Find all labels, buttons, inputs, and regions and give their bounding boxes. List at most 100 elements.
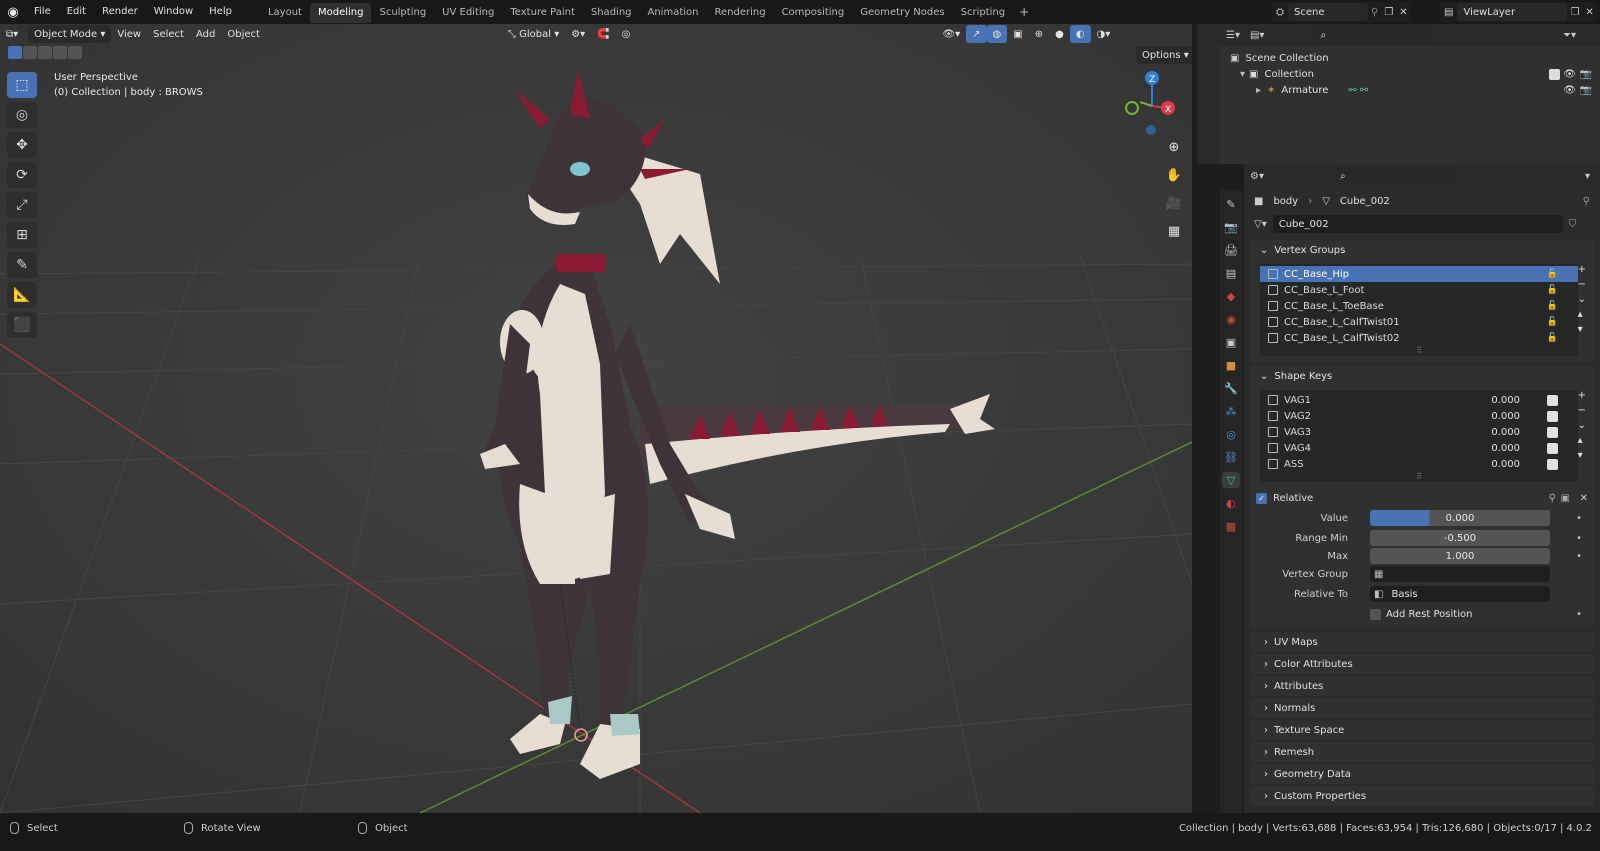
new-scene-icon[interactable]: ❐: [1381, 7, 1396, 18]
remesh-panel[interactable]: › Remesh: [1250, 742, 1594, 762]
mode-dropdown[interactable]: Object Mode ▾: [28, 25, 112, 43]
mesh-browse-icon[interactable]: ▽▾: [1254, 219, 1267, 230]
pin-icon[interactable]: ⚲: [1368, 7, 1381, 18]
tab-rendering[interactable]: Rendering: [706, 3, 773, 23]
lock-icon[interactable]: 🔓: [1547, 269, 1558, 279]
attributes-panel[interactable]: › Attributes: [1250, 676, 1594, 696]
collection-tab-icon[interactable]: ▣: [1222, 334, 1240, 350]
pin-shape-icon[interactable]: ⚲: [1549, 493, 1556, 504]
menu-add[interactable]: Add: [190, 25, 221, 43]
shape-key-value[interactable]: 0.000: [1491, 395, 1520, 406]
add-rest-checkbox[interactable]: [1370, 608, 1381, 620]
shape-key-value[interactable]: 0.000: [1491, 427, 1520, 438]
scene-field[interactable]: Scene: [1288, 3, 1368, 21]
tab-layout[interactable]: Layout: [260, 3, 310, 23]
shape-key-value[interactable]: 0.000: [1491, 459, 1520, 470]
select-extend-icon[interactable]: [23, 46, 37, 59]
remove-icon[interactable]: −: [1578, 405, 1586, 416]
menu-select[interactable]: Select: [147, 25, 190, 43]
gizmo-toggle-icon[interactable]: ↗: [966, 25, 987, 43]
camera-view-icon[interactable]: 🎥: [1163, 192, 1185, 214]
tab-animation[interactable]: Animation: [640, 3, 707, 23]
lock-icon[interactable]: 🔓: [1547, 301, 1558, 311]
collection-checkbox[interactable]: [1549, 68, 1560, 80]
material-tab-icon[interactable]: ◐: [1222, 495, 1240, 511]
3d-viewport[interactable]: Z X ⧉▾ Object Mode ▾ View Select Add Obj…: [0, 24, 1192, 813]
keyframe-dot-icon[interactable]: •: [1576, 533, 1582, 544]
constraints-tab-icon[interactable]: ⛓: [1222, 449, 1240, 465]
list-item[interactable]: CC_Base_L_CalfTwist02 🔓: [1260, 330, 1578, 346]
move-up-icon[interactable]: ▴: [1578, 435, 1586, 446]
range-min-field[interactable]: -0.500: [1370, 530, 1550, 546]
edit-mode-icon[interactable]: ▣: [1561, 493, 1570, 504]
shape-key-checkbox[interactable]: [1547, 442, 1558, 454]
vertex-group-field[interactable]: ▦: [1370, 566, 1550, 582]
display-mode-icon[interactable]: ▤▾: [1250, 30, 1264, 41]
value-slider[interactable]: 0.000: [1370, 510, 1550, 526]
tool-tab-icon[interactable]: ✎: [1222, 196, 1240, 212]
cursor-icon[interactable]: ◎: [7, 102, 37, 128]
annotate-icon[interactable]: ✎: [7, 252, 37, 278]
properties-search-input[interactable]: ⌕: [1333, 167, 1454, 185]
scene-tab-icon[interactable]: ◆: [1222, 288, 1240, 304]
list-item[interactable]: ASS 0.000: [1260, 456, 1578, 472]
remove-icon[interactable]: −: [1578, 279, 1586, 290]
select-intersect-icon[interactable]: [68, 46, 82, 59]
list-item[interactable]: CC_Base_Hip 🔓: [1260, 266, 1578, 282]
move-down-icon[interactable]: ▾: [1578, 324, 1586, 335]
texture-tab-icon[interactable]: ▩: [1222, 518, 1240, 534]
pivot-icon[interactable]: ⚙▾: [565, 25, 591, 43]
list-item[interactable]: VAG2 0.000: [1260, 408, 1578, 424]
expand-icon[interactable]: ▾: [1240, 69, 1245, 80]
lock-icon[interactable]: 🔓: [1547, 333, 1558, 343]
orientation-dropdown[interactable]: ⤡ Global ▾: [502, 25, 565, 43]
editor-type-icon[interactable]: ⧉▾: [0, 25, 24, 43]
tab-shading[interactable]: Shading: [583, 3, 640, 23]
scale-icon[interactable]: ⤢: [7, 192, 37, 218]
rendered-shading-icon[interactable]: ◑▾: [1091, 25, 1117, 43]
view-layer-icon[interactable]: ▤: [1440, 7, 1457, 18]
tab-compositing[interactable]: Compositing: [774, 3, 853, 23]
select-box-icon[interactable]: ⬚: [7, 72, 37, 98]
transform-icon[interactable]: ⊞: [7, 222, 37, 248]
clear-icon[interactable]: ✕: [1580, 493, 1588, 504]
list-resize-handle[interactable]: ⠿: [1260, 346, 1578, 355]
overlay-icon[interactable]: ◍: [986, 25, 1008, 43]
move-icon[interactable]: ✥: [7, 132, 37, 158]
camera-icon[interactable]: 📷: [1580, 69, 1592, 80]
list-item[interactable]: CC_Base_L_CalfTwist01 🔓: [1260, 314, 1578, 330]
menu-view[interactable]: View: [111, 25, 147, 43]
lock-icon[interactable]: 🔓: [1547, 285, 1558, 295]
menu-render[interactable]: Render: [94, 0, 146, 24]
tab-sculpting[interactable]: Sculpting: [371, 3, 434, 23]
list-item[interactable]: VAG4 0.000: [1260, 440, 1578, 456]
outliner-editor-icon[interactable]: ☰▾: [1226, 30, 1240, 41]
xray-icon[interactable]: ▣: [1007, 25, 1028, 43]
view-layer-field[interactable]: ViewLayer: [1457, 3, 1568, 21]
measure-icon[interactable]: 📐: [7, 282, 37, 308]
options-chevron-icon[interactable]: ▾: [1585, 171, 1590, 182]
close-scene-icon[interactable]: ✕: [1396, 7, 1410, 18]
expand-icon[interactable]: ▸: [1256, 85, 1261, 96]
shape-key-value[interactable]: 0.000: [1491, 443, 1520, 454]
keyframe-dot-icon[interactable]: •: [1576, 609, 1582, 620]
menu-window[interactable]: Window: [146, 0, 201, 24]
modifier-tab-icon[interactable]: 🔧: [1222, 380, 1240, 396]
keyframe-dot-icon[interactable]: •: [1576, 513, 1582, 524]
outliner-collection[interactable]: ▾ ▣ Collection 👁 📷: [1220, 66, 1600, 82]
shape-key-checkbox[interactable]: [1547, 410, 1558, 422]
add-icon[interactable]: +: [1578, 264, 1586, 275]
add-workspace-icon[interactable]: +: [1013, 5, 1035, 19]
move-up-icon[interactable]: ▴: [1578, 309, 1586, 320]
particles-tab-icon[interactable]: ⁂: [1222, 403, 1240, 419]
color-attributes-panel[interactable]: › Color Attributes: [1250, 654, 1594, 674]
add-cube-icon[interactable]: ⬛: [7, 312, 37, 338]
zoom-icon[interactable]: ⊕: [1163, 136, 1185, 158]
texture-space-panel[interactable]: › Texture Space: [1250, 720, 1594, 740]
menu-edit[interactable]: Edit: [59, 0, 94, 24]
normals-panel[interactable]: › Normals: [1250, 698, 1594, 718]
menu-object[interactable]: Object: [221, 25, 266, 43]
fake-user-shield-icon[interactable]: ⛉: [1569, 219, 1577, 230]
relative-checkbox[interactable]: ✓: [1256, 492, 1267, 504]
max-field[interactable]: 1.000: [1370, 548, 1550, 564]
